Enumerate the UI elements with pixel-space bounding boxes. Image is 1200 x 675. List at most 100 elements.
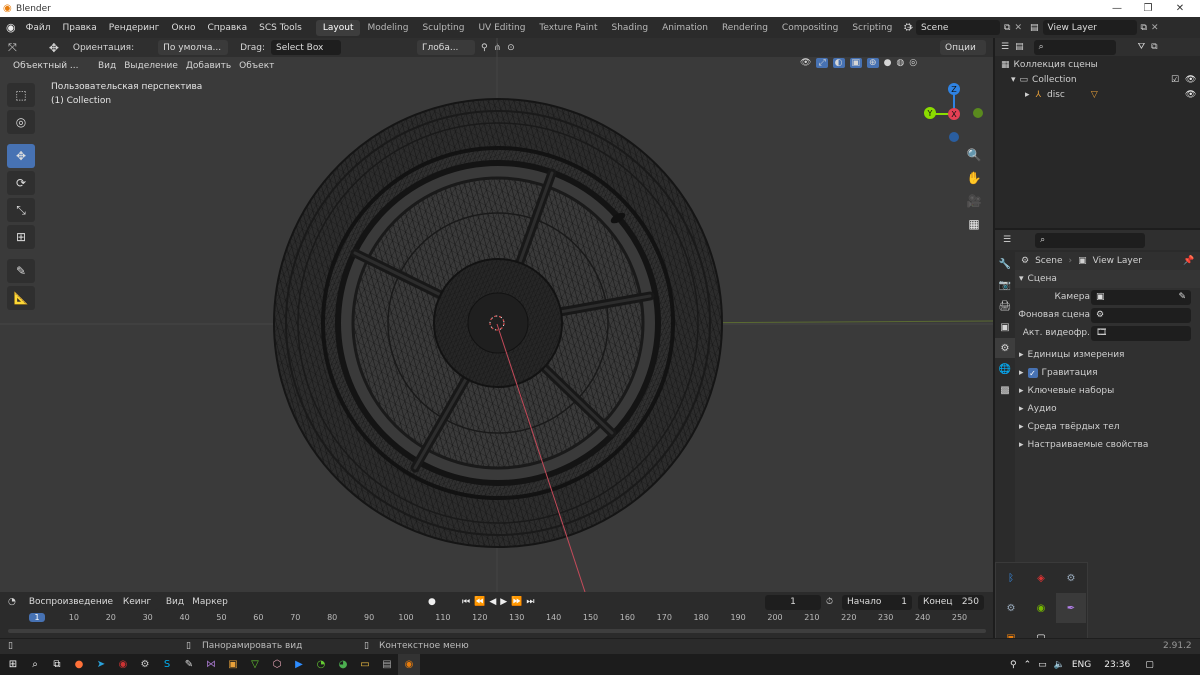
perspective-grid-icon[interactable]: ▦ bbox=[963, 213, 985, 235]
panel-rigid-body-world[interactable]: ▸ Среда твёрдых тел bbox=[1015, 418, 1200, 436]
world-tab-icon[interactable]: 🌐 bbox=[995, 359, 1015, 379]
nvidia-icon[interactable]: ◉ bbox=[1026, 593, 1056, 623]
steam-alt-icon[interactable]: ⚙ bbox=[996, 593, 1026, 623]
tab-sculpting[interactable]: Sculpting bbox=[415, 20, 471, 36]
view-layer-icon[interactable]: ▤ bbox=[1030, 23, 1039, 33]
frame-ruler[interactable]: 1 10 20 30 40 50 60 70 80 90 100 110 120 130 140 150 160… bbox=[0, 612, 993, 626]
gravity-checkbox[interactable]: ✓ bbox=[1027, 368, 1038, 378]
active-clip-field[interactable]: 🎞 bbox=[1091, 325, 1191, 341]
outliner-row-disc[interactable]: ▸ ⅄ disc ▽ 👁 bbox=[995, 86, 1200, 104]
delete-scene-icon[interactable]: ✕ bbox=[1014, 23, 1022, 33]
annotate-tool[interactable]: ✎ bbox=[7, 259, 35, 283]
timeline-menu-marker[interactable]: Маркер bbox=[192, 597, 228, 607]
menu-window[interactable]: Окно bbox=[166, 23, 202, 33]
bluetooth-icon[interactable]: ᛒ bbox=[996, 563, 1026, 593]
jump-end-icon[interactable]: ⏭ bbox=[526, 597, 534, 607]
render-tab-icon[interactable]: 📷 bbox=[995, 275, 1015, 295]
properties-search-input[interactable]: ⌕ bbox=[1035, 232, 1146, 248]
tab-rendering[interactable]: Rendering bbox=[715, 20, 775, 36]
3d-viewport[interactable]: ⤧ ✥ Ориентация: По умолча... Drag: Selec… bbox=[0, 38, 993, 592]
outliner-editor-icon[interactable]: ☰ bbox=[1001, 42, 1009, 52]
timeline-editor-icon[interactable]: ◔ bbox=[8, 597, 16, 607]
pen-app-icon[interactable]: ✎ bbox=[178, 654, 200, 675]
chrome-icon[interactable]: ◕ bbox=[332, 654, 354, 675]
outliner-search-input[interactable]: ⌕ bbox=[1033, 39, 1116, 55]
blender-taskbar-icon[interactable]: ◉ bbox=[398, 654, 420, 675]
tab-animation[interactable]: Animation bbox=[655, 20, 715, 36]
visual-studio-icon[interactable]: ⋈ bbox=[200, 654, 222, 675]
app-red-icon[interactable]: ◉ bbox=[112, 654, 134, 675]
close-button[interactable]: ✕ bbox=[1160, 0, 1200, 17]
timeline-scrollbar[interactable] bbox=[8, 629, 986, 633]
camera-field[interactable]: ▣ ✎ bbox=[1091, 289, 1191, 305]
scene-tab-icon[interactable]: ⚙ bbox=[995, 338, 1015, 358]
feather-icon[interactable]: ✒ bbox=[1056, 593, 1086, 623]
skype-icon[interactable]: S bbox=[156, 654, 178, 675]
filter-icon[interactable]: ⛛ bbox=[1138, 42, 1146, 52]
rotate-tool[interactable]: ⟳ bbox=[7, 171, 35, 195]
steam-taskbar-icon[interactable]: ⚙ bbox=[134, 654, 156, 675]
menu-edit[interactable]: Правка bbox=[56, 23, 102, 33]
whatsapp-icon[interactable]: ◔ bbox=[310, 654, 332, 675]
blender-menu-icon[interactable]: ◉ bbox=[6, 21, 16, 34]
menu-render[interactable]: Рендеринг bbox=[103, 23, 166, 33]
start-frame-field[interactable]: Начало 1 bbox=[842, 594, 912, 610]
playback-dropdown[interactable]: Воспроизведение bbox=[23, 594, 113, 610]
view-layer-field[interactable]: View Layer bbox=[1042, 20, 1137, 35]
disc-visibility-icon[interactable]: 👁 bbox=[1185, 90, 1196, 100]
expand-arrow-icon[interactable]: ▾ bbox=[1011, 75, 1016, 85]
current-frame-field[interactable]: 1 bbox=[765, 594, 821, 610]
pan-hand-icon[interactable]: ✋ bbox=[963, 167, 985, 189]
record-button-icon[interactable]: ● bbox=[428, 597, 436, 607]
collection-visibility-icon[interactable]: 👁 bbox=[1185, 75, 1196, 85]
scene-panel-header[interactable]: ▾ Сцена bbox=[1015, 270, 1200, 288]
tab-compositing[interactable]: Compositing bbox=[775, 20, 845, 36]
task-view-icon[interactable]: ⧉ bbox=[46, 654, 68, 675]
keying-dropdown[interactable]: Кеинг bbox=[117, 594, 158, 610]
jump-start-icon[interactable]: ⏮ bbox=[462, 597, 470, 607]
prev-keyframe-icon[interactable]: ⏪ bbox=[474, 597, 485, 607]
people-icon[interactable]: ⚲ bbox=[1010, 660, 1017, 670]
pin-icon[interactable]: 📌 bbox=[1183, 256, 1194, 266]
timeline-menu-view[interactable]: Вид bbox=[166, 597, 184, 607]
new-scene-icon[interactable]: ⧉ bbox=[1004, 23, 1010, 33]
scale-tool[interactable]: ⤡ bbox=[7, 198, 35, 222]
menu-help[interactable]: Справка bbox=[201, 23, 253, 33]
language-indicator[interactable]: ENG bbox=[1072, 660, 1091, 670]
scene-field[interactable]: Scene bbox=[916, 20, 1000, 35]
clock[interactable]: 23:36 bbox=[1104, 660, 1130, 670]
tab-uv-editing[interactable]: UV Editing bbox=[471, 20, 532, 36]
telegram-icon[interactable]: ➤ bbox=[90, 654, 112, 675]
stopwatch-icon[interactable]: ⏱ bbox=[826, 597, 833, 607]
properties-editor-icon[interactable]: ☰ bbox=[1003, 235, 1011, 245]
zoom-app-icon[interactable]: ▶ bbox=[288, 654, 310, 675]
network-icon[interactable]: ▭ bbox=[1038, 660, 1047, 670]
notifications-icon[interactable]: ▢ bbox=[1145, 660, 1154, 670]
panel-custom-properties[interactable]: ▸ Настраиваемые свойства bbox=[1015, 436, 1200, 454]
firefox-icon[interactable]: ● bbox=[68, 654, 90, 675]
cursor-tool[interactable]: ◎ bbox=[7, 110, 35, 134]
output-tab-icon[interactable]: 🖨 bbox=[995, 296, 1015, 316]
display-mode-icon[interactable]: ▤ bbox=[1015, 42, 1024, 52]
new-view-layer-icon[interactable]: ⧉ bbox=[1141, 23, 1147, 33]
panel-units[interactable]: ▸ Единицы измерения bbox=[1015, 346, 1200, 364]
eyedropper-icon[interactable]: ✎ bbox=[1178, 292, 1186, 302]
navigation-gizmo[interactable]: Z Y X bbox=[915, 82, 990, 152]
zoom-icon[interactable]: 🔍 bbox=[963, 144, 985, 166]
menu-file[interactable]: Файл bbox=[20, 23, 57, 33]
menu-scs-tools[interactable]: SCS Tools bbox=[253, 23, 308, 33]
play-reverse-icon[interactable]: ◀ bbox=[489, 597, 496, 607]
windows-start-icon[interactable]: ⊞ bbox=[2, 654, 24, 675]
new-collection-icon[interactable]: ⧉ bbox=[1151, 42, 1157, 52]
panel-keying-sets[interactable]: ▸ Ключевые наборы bbox=[1015, 382, 1200, 400]
tab-modeling[interactable]: Modeling bbox=[360, 20, 415, 36]
current-frame-marker[interactable]: 1 bbox=[29, 613, 45, 622]
collection-checkbox-icon[interactable]: ☑ bbox=[1171, 75, 1179, 85]
end-frame-field[interactable]: Конец 250 bbox=[918, 594, 984, 610]
file-explorer-icon[interactable]: ▭ bbox=[354, 654, 376, 675]
tab-layout[interactable]: Layout bbox=[315, 19, 361, 36]
panel-audio[interactable]: ▸ Аудио bbox=[1015, 400, 1200, 418]
shader-app-icon[interactable]: ▽ bbox=[244, 654, 266, 675]
texture-tab-icon[interactable]: ▩ bbox=[995, 380, 1015, 400]
volume-icon[interactable]: 🔈 bbox=[1054, 660, 1065, 670]
